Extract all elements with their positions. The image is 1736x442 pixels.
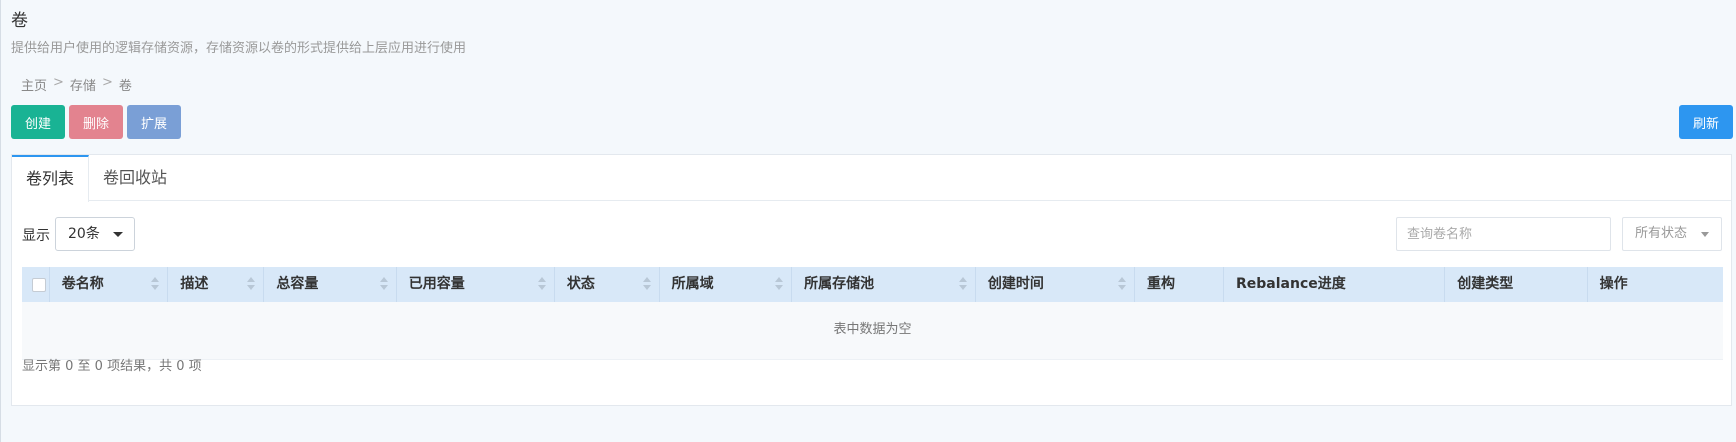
breadcrumb: 主页 > 存储 > 卷: [21, 75, 132, 94]
column-label: 重构: [1146, 276, 1175, 292]
column-header-rebalance-progress: Rebalance进度: [1224, 267, 1446, 302]
breadcrumb-separator: >: [53, 75, 64, 90]
table-header: 卷名称 描述 总容量 已用容量 状态 所属域 所属存储池 创建时间 重构 Reb…: [22, 267, 1723, 302]
select-all-cell: [22, 267, 50, 302]
column-header-name[interactable]: 卷名称: [50, 267, 169, 302]
column-header-created-time[interactable]: 创建时间: [976, 267, 1135, 302]
column-label: 已用容量: [408, 276, 465, 292]
volume-panel: 卷列表 卷回收站 显示 20条 所有状态 卷名称 描述 总容量 已用容量 状态 …: [11, 154, 1732, 406]
column-label: Rebalance进度: [1236, 276, 1346, 292]
column-label: 操作: [1599, 276, 1628, 292]
page-size-value: 20条: [68, 226, 100, 242]
column-header-rebuild: 重构: [1135, 267, 1224, 302]
column-header-storage-pool[interactable]: 所属存储池: [792, 267, 976, 302]
tab-bar: 卷列表 卷回收站: [12, 155, 1731, 202]
column-header-create-type: 创建类型: [1445, 267, 1588, 302]
page-title: 卷: [11, 11, 28, 31]
sort-icon: [379, 277, 388, 291]
empty-message: 表中数据为空: [833, 322, 912, 337]
volume-table: 卷名称 描述 总容量 已用容量 状态 所属域 所属存储池 创建时间 重构 Reb…: [22, 267, 1723, 360]
column-label: 创建时间: [987, 276, 1044, 292]
search-input[interactable]: [1396, 217, 1611, 251]
column-label: 卷名称: [61, 276, 104, 292]
table-empty-row: 表中数据为空: [22, 302, 1723, 360]
sort-icon: [642, 277, 651, 291]
column-header-domain[interactable]: 所属域: [660, 267, 793, 302]
breadcrumb-volume: 卷: [118, 79, 132, 94]
sort-icon: [537, 277, 546, 291]
create-button[interactable]: 创建: [11, 105, 65, 139]
column-header-total-capacity[interactable]: 总容量: [264, 267, 397, 302]
breadcrumb-storage[interactable]: 存储: [70, 75, 96, 94]
breadcrumb-home[interactable]: 主页: [21, 75, 47, 94]
column-label: 所属域: [671, 276, 714, 292]
pagination-info: 显示第 0 至 0 项结果，共 0 项: [22, 359, 202, 374]
tab-volume-recycle-bin[interactable]: 卷回收站: [89, 155, 181, 201]
list-toolbar: 显示 20条 所有状态: [12, 201, 1731, 267]
sort-icon: [247, 277, 256, 291]
sort-icon: [775, 277, 784, 291]
column-label: 创建类型: [1457, 276, 1514, 292]
page-header: 卷 提供给用户使用的逻辑存储资源，存储资源以卷的形式提供给上层应用进行使用: [11, 10, 466, 56]
page-description: 提供给用户使用的逻辑存储资源，存储资源以卷的形式提供给上层应用进行使用: [11, 41, 467, 56]
tab-volume-list[interactable]: 卷列表: [12, 155, 90, 202]
page-size-select[interactable]: 20条: [55, 217, 135, 251]
expand-button[interactable]: 扩展: [127, 105, 181, 139]
delete-button[interactable]: 删除: [69, 105, 123, 139]
show-label: 显示: [22, 228, 50, 244]
refresh-button[interactable]: 刷新: [1679, 105, 1733, 139]
chevron-down-icon: [113, 232, 123, 237]
column-header-description[interactable]: 描述: [168, 267, 265, 302]
column-label: 状态: [566, 276, 595, 292]
column-header-used-capacity[interactable]: 已用容量: [397, 267, 555, 302]
column-header-actions: 操作: [1588, 267, 1723, 302]
column-label: 所属存储池: [804, 276, 875, 292]
breadcrumb-separator: >: [101, 75, 113, 90]
select-all-checkbox[interactable]: [32, 278, 46, 292]
column-label: 总容量: [276, 276, 319, 292]
sort-icon: [151, 277, 160, 291]
column-header-status[interactable]: 状态: [555, 267, 660, 302]
chevron-down-icon: [1701, 232, 1709, 237]
column-label: 描述: [180, 276, 209, 292]
status-filter-select[interactable]: 所有状态: [1622, 217, 1722, 251]
sort-icon: [958, 277, 967, 291]
sort-icon: [1117, 277, 1126, 291]
status-filter-value: 所有状态: [1635, 226, 1688, 241]
